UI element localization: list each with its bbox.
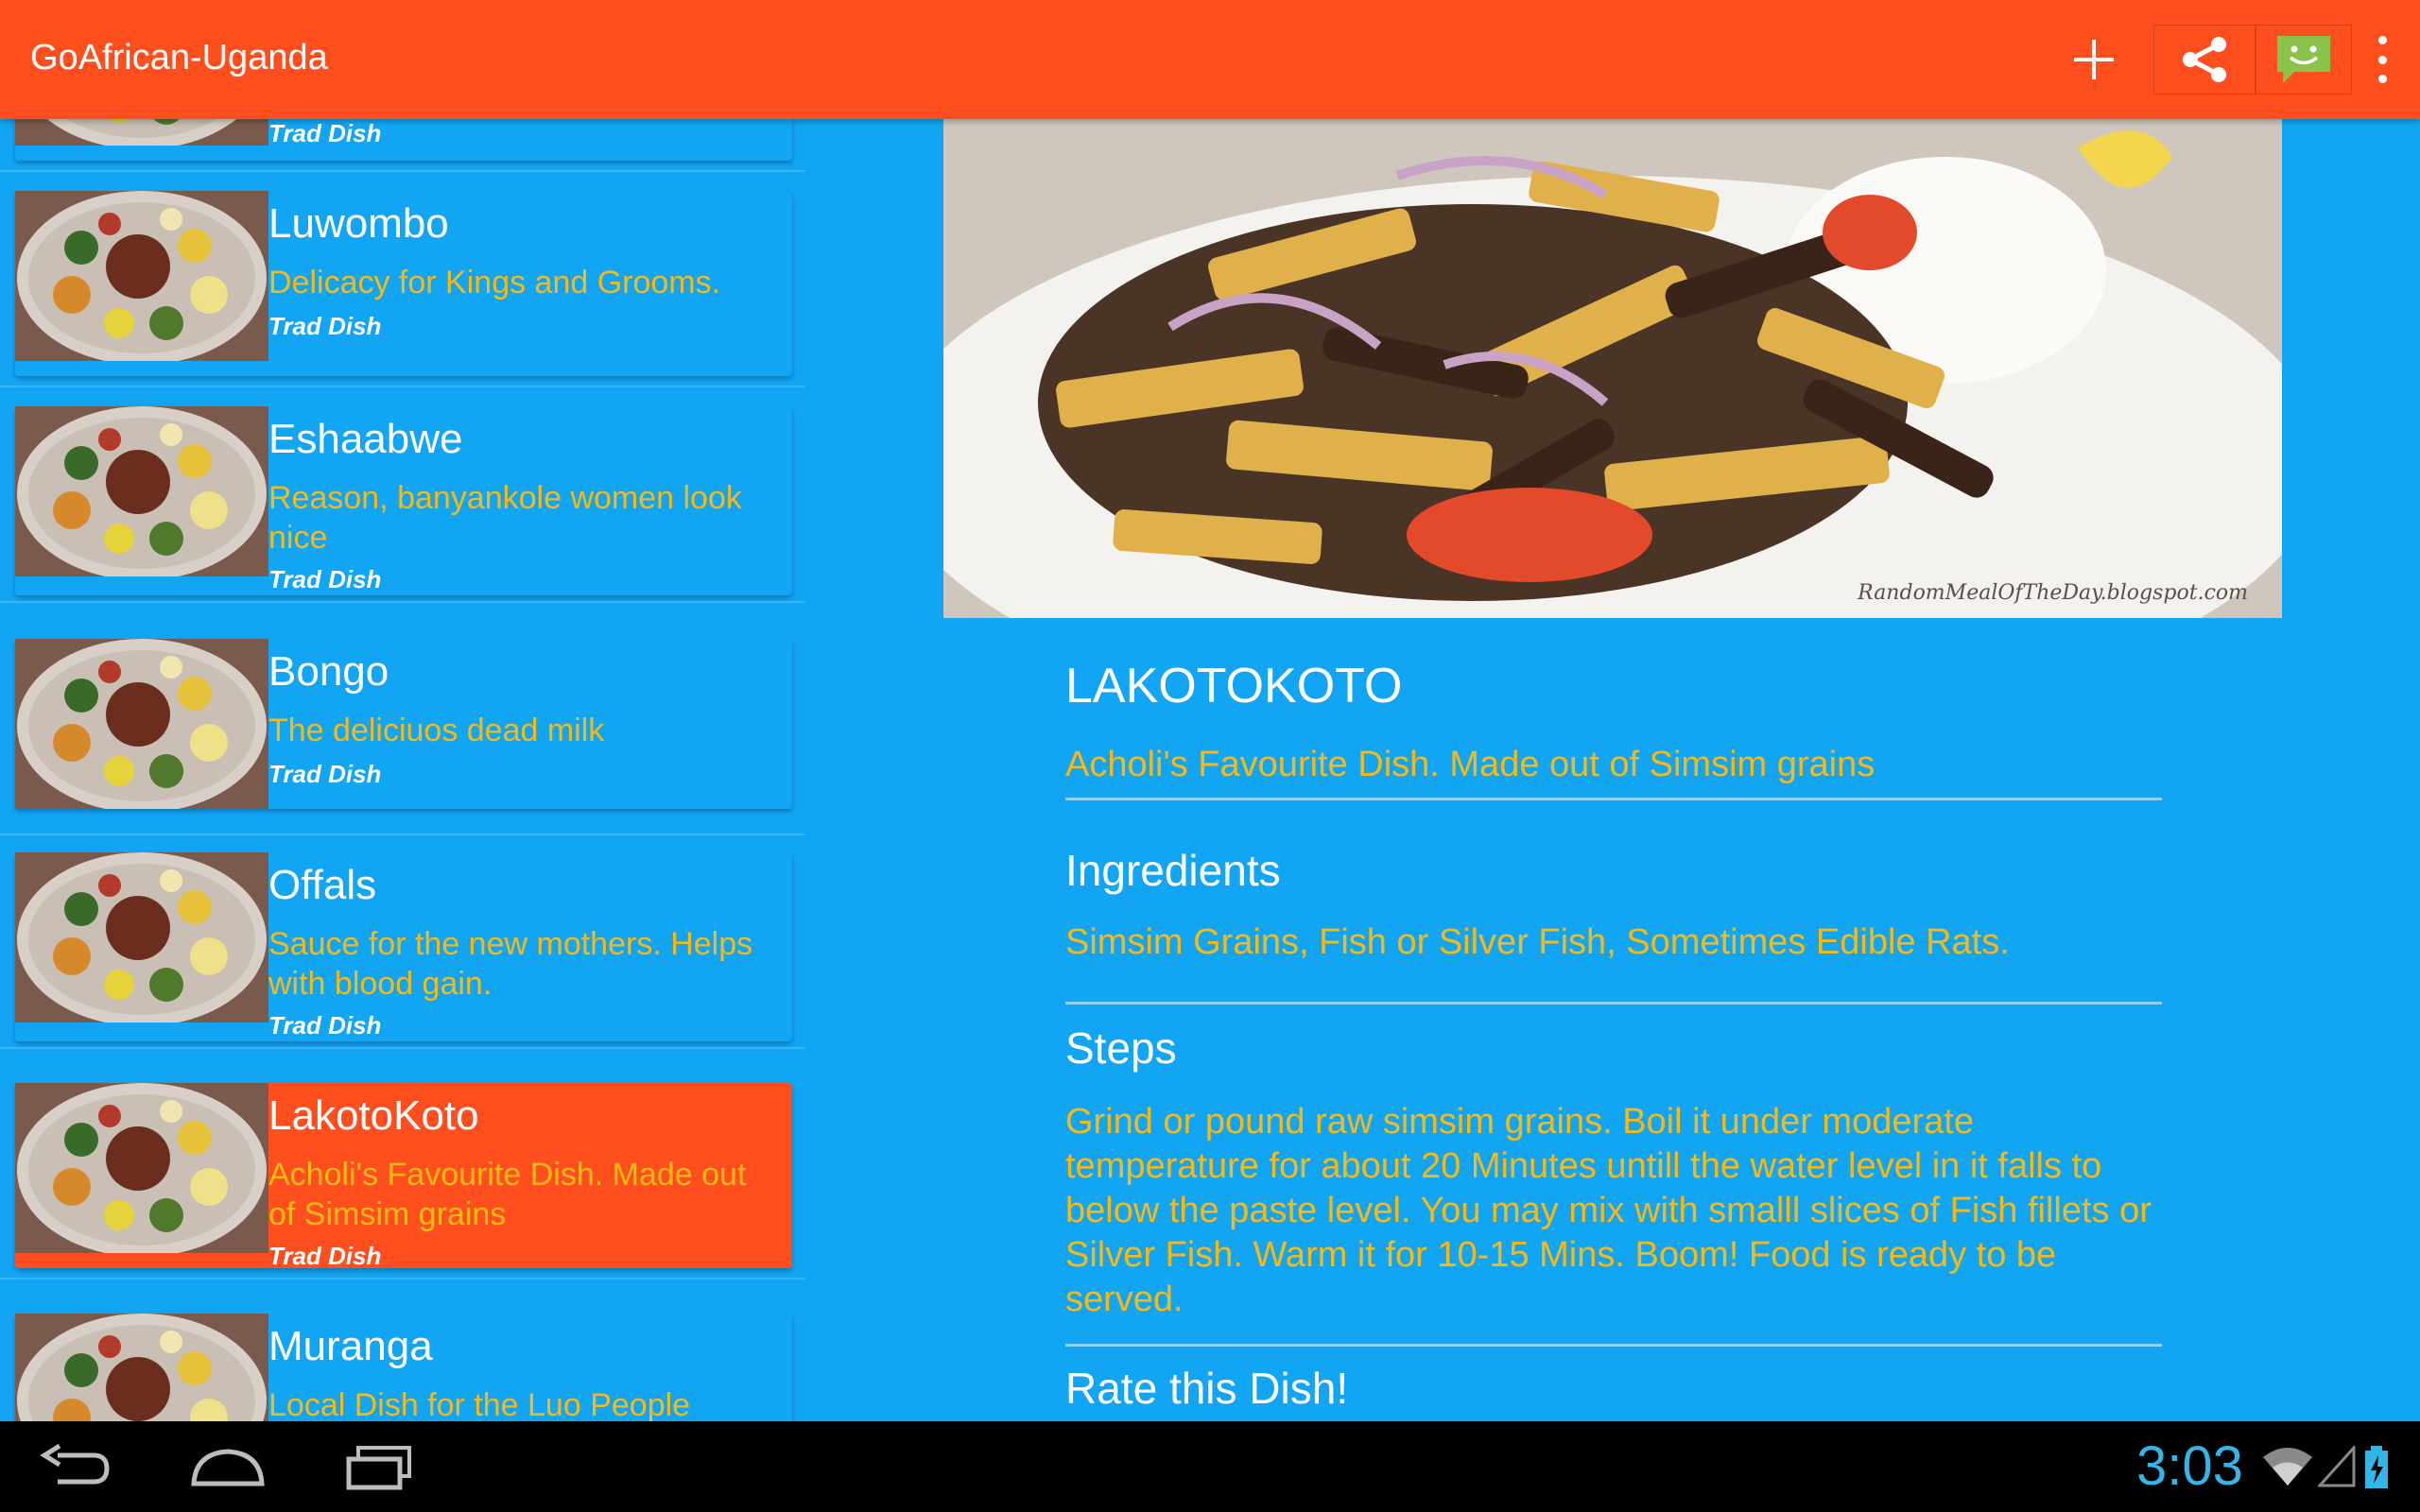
dish-thumbnail	[15, 1083, 268, 1253]
dish-name: LAKOTOKOTO	[1065, 659, 1403, 713]
dish-card[interactable]: Luwombo Delicacy for Kings and Grooms. T…	[15, 191, 792, 376]
status-clock: 3:03	[2136, 1435, 2243, 1497]
dish-thumbnail	[15, 191, 268, 361]
dish-tag: Trad Dish	[268, 760, 382, 788]
dish-description: Acholi's Favourite Dish. Made out of Sim…	[268, 1157, 747, 1232]
dish-tag: Trad Dish	[268, 312, 382, 340]
home-icon	[191, 1449, 265, 1486]
list-item[interactable]: Bongo The deliciuos dead milk Trad Dish	[0, 620, 805, 835]
back-icon	[40, 1444, 110, 1485]
dish-image: RandomMealOfTheDay.blogspot.com	[943, 119, 2282, 618]
dish-thumbnail	[15, 639, 268, 809]
platter-image	[15, 191, 268, 361]
dish-title: Luwombo	[268, 200, 449, 247]
overflow-menu-icon[interactable]	[2373, 36, 2392, 83]
dish-card[interactable]: Eshaabwe Reason, banyankole women look n…	[15, 406, 792, 595]
dish-title: Muranga	[268, 1323, 433, 1369]
share-icon	[2183, 37, 2226, 82]
dish-title: Bongo	[268, 648, 389, 695]
divider	[1065, 1344, 2162, 1347]
dish-tag: Trad Dish	[268, 119, 382, 147]
list-item[interactable]: Luwombo Delicacy for Kings and Grooms. T…	[0, 172, 805, 387]
dish-tag: Trad Dish	[268, 565, 382, 593]
list-item[interactable]: Muranga Local Dish for the Luo People	[0, 1295, 805, 1421]
divider	[1065, 1002, 2162, 1005]
platter-image	[15, 119, 268, 146]
action-bar: GoAfrican-Uganda	[0, 0, 2420, 119]
home-button[interactable]	[176, 1435, 280, 1501]
dish-thumbnail	[15, 119, 268, 146]
rate-heading: Rate this Dish!	[1065, 1364, 1349, 1413]
divider	[1065, 798, 2162, 800]
back-button[interactable]	[25, 1435, 129, 1501]
dish-card[interactable]: Muranga Local Dish for the Luo People	[15, 1314, 792, 1421]
battery-charging-icon	[2365, 1446, 2388, 1488]
recent-apps-icon	[346, 1446, 411, 1490]
food-photo: RandomMealOfTheDay.blogspot.com	[943, 119, 2282, 618]
list-item[interactable]: LakotoKoto Acholi's Favourite Dish. Made…	[0, 1064, 805, 1280]
list-item[interactable]: Eshaabwe Reason, banyankole women look n…	[0, 387, 805, 603]
steps-text: Grind or pound raw simsim grains. Boil i…	[1065, 1102, 2152, 1319]
dish-description: Sauce for the new mothers. Helps with bl…	[268, 926, 753, 1002]
platter-image	[15, 639, 268, 809]
add-button[interactable]	[2055, 25, 2133, 94]
dish-thumbnail	[15, 1314, 268, 1421]
ingredients-text: Simsim Grains, Fish or Silver Fish, Some…	[1065, 922, 2010, 962]
system-navigation-bar: 3:03	[0, 1421, 2420, 1512]
dish-tag: Trad Dish	[268, 1011, 382, 1040]
dish-card[interactable]: Offals Sauce for the new mothers. Helps …	[15, 852, 792, 1041]
message-button[interactable]	[2256, 25, 2352, 94]
dish-thumbnail	[15, 852, 268, 1022]
platter-image	[15, 1314, 268, 1421]
dish-card[interactable]: Bongo The deliciuos dead milk Trad Dish	[15, 639, 792, 809]
list-item[interactable]: Offals Sauce for the new mothers. Helps …	[0, 833, 805, 1049]
dish-card[interactable]: Trad Dish	[15, 119, 792, 161]
dish-title: Eshaabwe	[268, 416, 463, 462]
image-watermark: RandomMealOfTheDay.blogspot.com	[1857, 581, 2248, 605]
signal-icon	[2318, 1446, 2356, 1487]
dish-detail: RandomMealOfTheDay.blogspot.com LAKOTOKO…	[815, 119, 2420, 1421]
dish-thumbnail	[15, 406, 268, 576]
message-icon	[2277, 36, 2330, 83]
steps-heading: Steps	[1065, 1023, 1177, 1073]
recent-apps-button[interactable]	[327, 1435, 431, 1501]
ingredients-heading: Ingredients	[1065, 846, 1281, 895]
dish-description-detail: Acholi's Favourite Dish. Made out of Sim…	[1065, 745, 1876, 784]
dish-tag: Trad Dish	[268, 1242, 382, 1270]
platter-image	[15, 406, 268, 576]
dish-title: Offals	[268, 862, 377, 908]
app-title: GoAfrican-Uganda	[30, 38, 328, 77]
dish-description: Delicacy for Kings and Grooms.	[268, 265, 721, 301]
dish-list: Trad Dish Luwombo Delicacy for Kings and…	[0, 119, 805, 1421]
dish-description: Reason, banyankole women look nice	[268, 480, 742, 556]
dish-description: Local Dish for the Luo People	[268, 1387, 691, 1421]
platter-image	[15, 1083, 268, 1253]
share-button[interactable]	[2153, 25, 2256, 94]
wifi-icon	[2263, 1448, 2312, 1486]
platter-image	[15, 852, 268, 1022]
list-item[interactable]: Trad Dish	[0, 119, 805, 172]
add-icon	[2074, 40, 2114, 79]
dish-description: The deliciuos dead milk	[268, 713, 605, 748]
dish-title: LakotoKoto	[268, 1092, 479, 1139]
dish-card-selected[interactable]: LakotoKoto Acholi's Favourite Dish. Made…	[15, 1083, 792, 1270]
